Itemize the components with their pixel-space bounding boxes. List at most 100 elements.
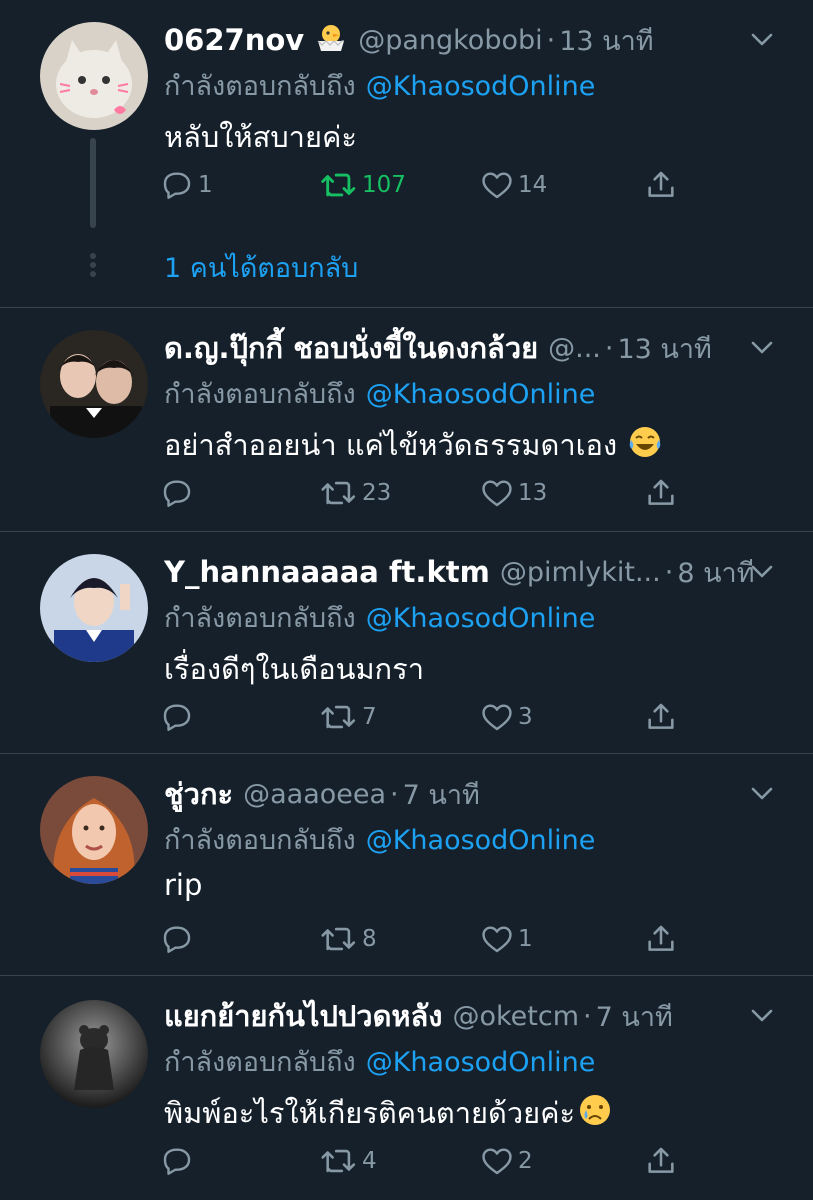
like-button[interactable]: 1	[480, 914, 533, 964]
thread-line	[90, 138, 96, 228]
display-name[interactable]: 0627nov	[164, 23, 304, 57]
show-replies-link[interactable]: 1 คนได้ตอบกลับ	[164, 246, 358, 289]
tweet-text: พิมพ์อะไรให้เกียรติคนตายด้วยค่ะ	[164, 1090, 613, 1136]
heart-icon	[482, 172, 512, 199]
retweet-button[interactable]: 4	[320, 1136, 377, 1186]
mention-link[interactable]: @KhaosodOnline	[366, 825, 596, 856]
like-button[interactable]: 2	[480, 1136, 533, 1186]
timestamp[interactable]: 13 นาที	[559, 19, 653, 62]
tweet-card[interactable]: ชู่วกะ @aaaoeea · 7 นาที กำลังตอบกลับถึง…	[0, 754, 813, 976]
hatching-chick-icon	[314, 21, 348, 59]
chevron-down-icon[interactable]	[747, 24, 777, 54]
tweet-header: ด.ญ.ปุ๊กกี้ ชอบนั่งขี้ในดงกล้วย @... · 1…	[164, 326, 753, 370]
share-button[interactable]	[644, 914, 678, 964]
retweet-icon	[321, 481, 356, 505]
reply-button[interactable]: 1	[160, 160, 213, 210]
retweet-button[interactable]: 8	[320, 914, 377, 964]
like-count: 2	[518, 1148, 533, 1174]
retweet-button[interactable]: 23	[320, 468, 391, 518]
replying-label: กำลังตอบกลับถึง	[164, 71, 356, 102]
tweet-card[interactable]: Y_hannaaaaa ft.ktm @pimlykit... · 8 นาที…	[0, 532, 813, 754]
share-button[interactable]	[644, 692, 678, 742]
tweet-text-content: พิมพ์อะไรให้เกียรติคนตายด้วยค่ะ	[164, 1096, 576, 1130]
tweet-card[interactable]: แยกย้ายกันไปปวดหลัง @oketcm · 7 นาที กำล…	[0, 976, 813, 1200]
display-name[interactable]: ชู่วกะ	[164, 772, 233, 816]
share-button[interactable]	[644, 468, 678, 518]
avatar[interactable]	[40, 22, 148, 130]
share-button[interactable]	[644, 160, 678, 210]
username[interactable]: @pangkobobi	[358, 25, 542, 56]
tweet-text-content: อย่าสำออยน่า แค่ไข้หวัดธรรมดาเอง	[164, 428, 618, 462]
retweet-icon	[321, 705, 356, 729]
replying-label: กำลังตอบกลับถึง	[164, 603, 356, 634]
share-icon	[648, 479, 674, 505]
separator-dot: ·	[583, 1000, 592, 1032]
reply-button[interactable]	[160, 914, 198, 964]
chevron-down-icon[interactable]	[747, 1000, 777, 1030]
mention-link[interactable]: @KhaosodOnline	[366, 603, 596, 634]
action-bar: 8 1	[160, 914, 700, 964]
avatar[interactable]	[40, 330, 148, 438]
mention-link[interactable]: @KhaosodOnline	[366, 71, 596, 102]
username[interactable]: @aaaoeea	[243, 779, 386, 810]
tweet-text: เรื่องดีๆในเดือนมกรา	[164, 646, 424, 692]
mention-link[interactable]: @KhaosodOnline	[366, 1047, 596, 1078]
heart-icon	[482, 926, 512, 953]
heart-icon	[482, 704, 512, 731]
retweet-count: 8	[362, 926, 377, 952]
share-icon	[648, 925, 674, 951]
display-name[interactable]: Y_hannaaaaa ft.ktm	[164, 555, 490, 589]
reply-button[interactable]	[160, 468, 198, 518]
action-bar: 1 107 14	[160, 160, 700, 210]
like-button[interactable]: 14	[480, 160, 547, 210]
tweet-header: ชู่วกะ @aaaoeea · 7 นาที	[164, 772, 753, 816]
timestamp[interactable]: 7 นาที	[403, 773, 480, 816]
replying-to: กำลังตอบกลับถึง @KhaosodOnline	[164, 1040, 595, 1083]
username[interactable]: @...	[548, 333, 601, 364]
reply-icon	[163, 172, 191, 199]
reply-icon	[163, 926, 191, 953]
tweet-text: rip	[164, 868, 202, 902]
share-button[interactable]	[644, 1136, 678, 1186]
retweet-icon	[321, 173, 356, 197]
display-name[interactable]: แยกย้ายกันไปปวดหลัง	[164, 994, 442, 1038]
replying-to: กำลังตอบกลับถึง @KhaosodOnline	[164, 64, 595, 107]
like-button[interactable]: 13	[480, 468, 547, 518]
retweet-icon	[321, 927, 356, 951]
like-count: 1	[518, 926, 533, 952]
tweet-text: หลับให้สบายค่ะ	[164, 114, 357, 160]
chevron-down-icon[interactable]	[747, 778, 777, 808]
tweet-card[interactable]: ด.ญ.ปุ๊กกี้ ชอบนั่งขี้ในดงกล้วย @... · 1…	[0, 308, 813, 532]
retweet-button[interactable]: 107	[320, 160, 406, 210]
tweet-text-content: เรื่องดีๆในเดือนมกรา	[164, 652, 424, 686]
like-button[interactable]: 3	[480, 692, 533, 742]
separator-dot: ·	[664, 556, 674, 588]
display-name[interactable]: ด.ญ.ปุ๊กกี้ ชอบนั่งขี้ในดงกล้วย	[164, 326, 538, 370]
reply-icon	[163, 480, 191, 507]
separator-dot: ·	[390, 778, 399, 810]
retweet-count: 107	[362, 172, 406, 198]
avatar[interactable]	[40, 1000, 148, 1108]
chevron-down-icon[interactable]	[747, 556, 777, 586]
share-icon	[648, 1147, 674, 1173]
avatar[interactable]	[40, 776, 148, 884]
avatar[interactable]	[40, 554, 148, 662]
tweet-text: อย่าสำออยน่า แค่ไข้หวัดธรรมดาเอง	[164, 422, 663, 468]
username[interactable]: @oketcm	[452, 1001, 579, 1032]
reply-button[interactable]	[160, 1136, 198, 1186]
retweet-count: 4	[362, 1148, 377, 1174]
mention-link[interactable]: @KhaosodOnline	[366, 379, 596, 410]
username[interactable]: @pimlykit...	[500, 557, 661, 588]
timestamp[interactable]: 7 นาที	[596, 995, 673, 1038]
reply-button[interactable]	[160, 692, 198, 742]
share-icon	[648, 171, 674, 197]
action-bar: 23 13	[160, 468, 700, 518]
like-count: 13	[518, 480, 548, 506]
reply-icon	[163, 704, 191, 731]
tweet-header: 0627nov @pangkobobi · 13 นาที	[164, 18, 753, 62]
retweet-button[interactable]: 7	[320, 692, 377, 742]
timestamp[interactable]: 8 นาที	[677, 551, 753, 594]
timestamp[interactable]: 13 นาที	[617, 327, 711, 370]
tweet-card[interactable]: 0627nov @pangkobobi · 13 นาที กำลังตอบกล…	[0, 0, 813, 308]
chevron-down-icon[interactable]	[747, 332, 777, 362]
